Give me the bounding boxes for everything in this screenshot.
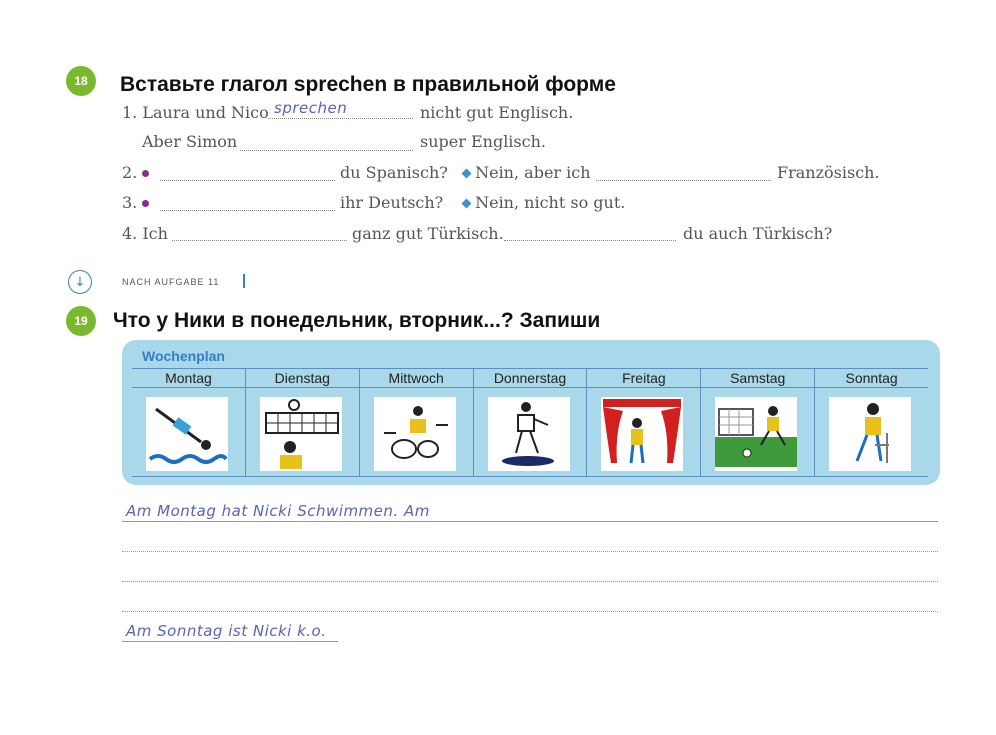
answer-1-handwritten: sprechen xyxy=(274,99,348,117)
speaker-b-diamond-icon xyxy=(461,198,472,209)
day-column-dienstag: Dienstag xyxy=(244,369,359,476)
day-column-montag: Montag xyxy=(132,369,245,476)
line-3-resp-text: Nein, nicht so gut. xyxy=(475,193,626,212)
day-header: Mittwoch xyxy=(359,369,473,388)
swimmer-icon xyxy=(146,397,228,471)
task-18-title: Вставьте глагол sprechen в правильной фо… xyxy=(120,73,616,96)
writing-line-1[interactable] xyxy=(122,521,938,522)
line-2-number: 2. xyxy=(122,163,150,185)
day-header: Montag xyxy=(132,369,245,388)
speaker-b-diamond-icon xyxy=(461,168,472,179)
blank-1b[interactable] xyxy=(240,132,413,151)
volleyball-icon xyxy=(259,397,342,471)
line-4-prefix: 4. Ich xyxy=(122,224,168,243)
line-3-num: 3. xyxy=(122,193,138,212)
sick-person-icon xyxy=(829,397,912,471)
wochenplan-title: Wochenplan xyxy=(142,348,225,364)
dancer-icon xyxy=(487,397,570,471)
day-column-freitag: Freitag xyxy=(586,369,701,476)
day-column-samstag: Samstag xyxy=(700,369,815,476)
day-column-sonntag: Sonntag xyxy=(814,369,929,476)
task-19-badge: 19 xyxy=(66,306,96,336)
answer-line-1-handwritten: Am Montag hat Nicki Schwimmen. Am xyxy=(126,502,430,520)
day-header: Dienstag xyxy=(245,369,359,388)
line-2-num: 2. xyxy=(122,163,138,182)
writing-line-2[interactable] xyxy=(122,551,938,552)
line-2-mid: du Spanisch? xyxy=(340,163,448,182)
wochenplan-table: Montag Dienstag Mittwoch Donnerstag Frei… xyxy=(132,368,929,477)
task-18-badge: 18 xyxy=(66,66,96,96)
line-2-response: Nein, aber ich xyxy=(461,163,591,185)
answer-line-last-handwritten: Am Sonntag ist Nicki k.o. xyxy=(126,622,327,640)
arrow-down-icon: ↓ xyxy=(68,270,92,294)
line-1b-prefix: Aber Simon xyxy=(142,132,238,151)
worksheet-page: 18 Вставьте глагол sprechen в правильной… xyxy=(0,0,996,735)
wochenplan-panel: Wochenplan Montag Dienstag Mittwoch Donn… xyxy=(122,340,940,485)
day-header: Samstag xyxy=(701,369,815,388)
line-3-response: Nein, nicht so gut. xyxy=(461,193,626,215)
writing-line-3[interactable] xyxy=(122,581,938,582)
football-icon xyxy=(715,397,798,471)
line-1b-suffix: super Englisch. xyxy=(420,132,546,151)
speaker-a-dot-icon xyxy=(142,200,150,207)
theater-icon xyxy=(601,397,684,471)
day-header: Sonntag xyxy=(815,369,929,388)
line-3-number: 3. xyxy=(122,193,150,215)
blank-2a[interactable] xyxy=(160,162,335,181)
blank-3[interactable] xyxy=(160,192,335,211)
day-header: Donnerstag xyxy=(473,369,587,388)
day-column-mittwoch: Mittwoch xyxy=(358,369,473,476)
line-3-mid: ihr Deutsch? xyxy=(340,193,444,212)
blank-4a[interactable] xyxy=(172,222,347,241)
drums-icon xyxy=(373,397,456,471)
blank-4b[interactable] xyxy=(504,222,676,241)
line-1-suffix: nicht gut Englisch. xyxy=(420,103,574,122)
line-1-prefix: 1. Laura und Nico xyxy=(122,103,269,122)
line-2-end: Französisch. xyxy=(777,163,880,182)
line-4-end: du auch Türkisch? xyxy=(683,224,833,243)
blank-2b[interactable] xyxy=(596,162,771,181)
day-header: Freitag xyxy=(587,369,701,388)
line-4-mid: ganz gut Türkisch. xyxy=(352,224,504,243)
task-19-title: Что у Ники в понедельник, вторник...? За… xyxy=(113,309,601,332)
writing-line-last[interactable] xyxy=(122,641,338,642)
day-column-donnerstag: Donnerstag xyxy=(472,369,587,476)
speaker-a-dot-icon xyxy=(142,170,150,177)
nach-divider xyxy=(243,274,245,288)
nach-aufgabe-label: NACH AUFGABE 11 xyxy=(122,277,220,287)
writing-line-4[interactable] xyxy=(122,611,938,612)
line-2-resp-text: Nein, aber ich xyxy=(475,163,591,182)
